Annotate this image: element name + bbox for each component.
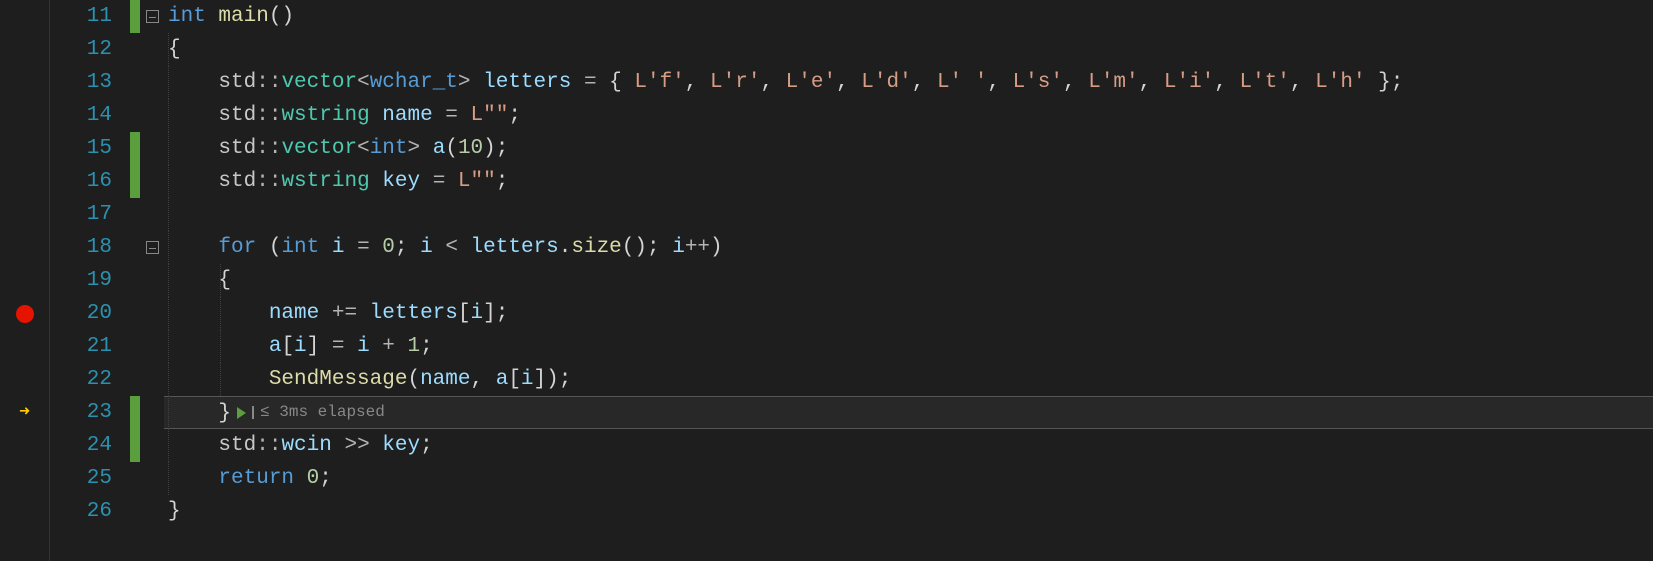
code-line[interactable]: std::wcin >> key; [164,429,1653,462]
line-number: 22 [50,363,112,396]
code-line[interactable] [164,198,1653,231]
indent-guide [220,297,221,330]
code-area[interactable]: int main(){ std::vector<wchar_t> letters… [164,0,1653,561]
indent-guide [168,330,169,363]
line-number: 24 [50,429,112,462]
indent-guide [168,66,169,99]
indent-guide [168,198,169,231]
fold-toggle-icon[interactable] [146,241,159,254]
indent-guide [168,99,169,132]
line-number: 25 [50,462,112,495]
modified-line-marker [130,396,140,429]
indent-guide [168,264,169,297]
code-line[interactable]: { [164,264,1653,297]
indent-guide [220,264,221,297]
play-icon [237,407,246,419]
line-number: 17 [50,198,112,231]
line-number: 23 [50,396,112,429]
code-editor[interactable]: ➜ 11121314151617181920212223242526 int m… [0,0,1653,561]
code-line[interactable]: for (int i = 0; i < letters.size(); i++) [164,231,1653,264]
indent-guide [168,231,169,264]
indent-guide [168,33,169,66]
code-line[interactable]: }≤ 3ms elapsed [164,396,1653,429]
fold-toggle-icon[interactable] [146,10,159,23]
code-line[interactable]: std::wstring key = L""; [164,165,1653,198]
code-line[interactable]: std::vector<wchar_t> letters = { L'f', L… [164,66,1653,99]
indent-guide [220,330,221,363]
code-line[interactable]: } [164,495,1653,528]
breakpoint-icon[interactable] [16,305,34,323]
outline-fold-gutter[interactable] [140,0,164,561]
perf-elapsed-text: ≤ 3ms elapsed [260,396,385,429]
current-line-arrow-icon: ➜ [19,404,30,422]
indent-guide [168,297,169,330]
change-indicator-gutter [130,0,140,561]
line-number: 26 [50,495,112,528]
indent-guide [168,462,169,495]
modified-line-marker [130,429,140,462]
code-line[interactable]: return 0; [164,462,1653,495]
code-line[interactable]: SendMessage(name, a[i]); [164,363,1653,396]
code-line[interactable]: name += letters[i]; [164,297,1653,330]
line-number: 14 [50,99,112,132]
line-number: 12 [50,33,112,66]
perf-elapsed-hint[interactable]: ≤ 3ms elapsed [237,396,385,429]
indent-guide [220,363,221,396]
line-number: 11 [50,0,112,33]
code-line[interactable]: std::vector<int> a(10); [164,132,1653,165]
code-line[interactable]: int main() [164,0,1653,33]
line-number: 19 [50,264,112,297]
modified-line-marker [130,0,140,33]
line-number: 13 [50,66,112,99]
code-line[interactable]: std::wstring name = L""; [164,99,1653,132]
indent-guide [168,429,169,462]
indent-guide [168,396,169,429]
line-number: 16 [50,165,112,198]
breakpoint-gutter[interactable]: ➜ [0,0,50,561]
line-number: 20 [50,297,112,330]
indent-guide [168,132,169,165]
line-number: 21 [50,330,112,363]
indent-guide [168,165,169,198]
code-line[interactable]: a[i] = i + 1; [164,330,1653,363]
line-number: 18 [50,231,112,264]
modified-line-marker [130,165,140,198]
step-bar-icon [252,406,254,419]
code-line[interactable]: { [164,33,1653,66]
line-number-gutter: 11121314151617181920212223242526 [50,0,130,561]
indent-guide [168,363,169,396]
line-number: 15 [50,132,112,165]
modified-line-marker [130,132,140,165]
